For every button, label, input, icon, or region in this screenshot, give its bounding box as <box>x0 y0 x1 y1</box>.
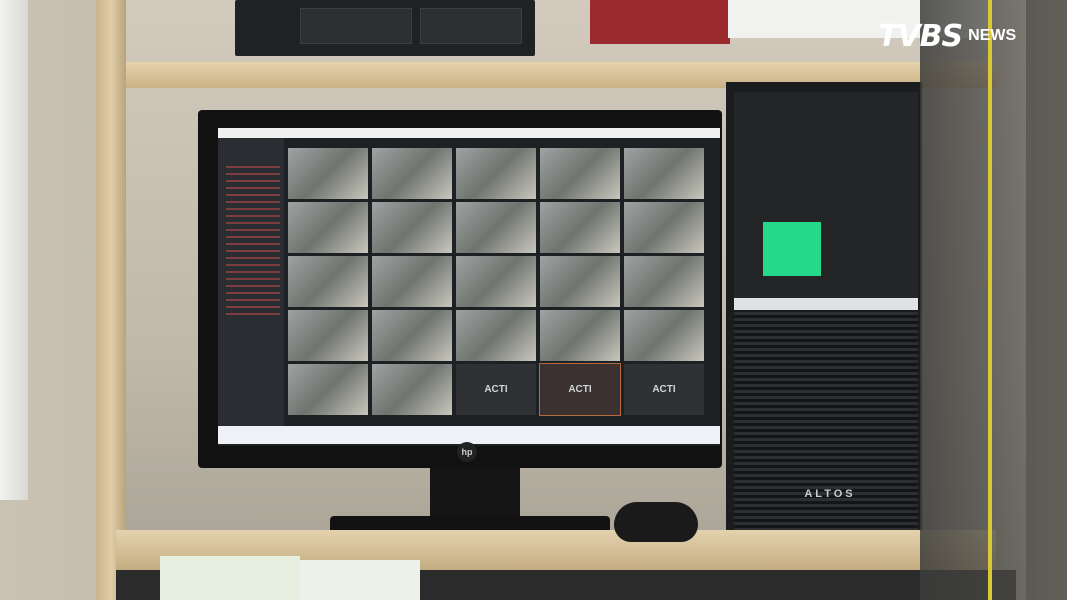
camera-feed-tile[interactable] <box>456 256 536 307</box>
camera-feed-tile[interactable] <box>624 148 704 199</box>
yellow-cable <box>988 0 992 600</box>
camera-feed-tile[interactable] <box>456 310 536 361</box>
pc-tower-front-panel <box>734 92 918 298</box>
wooden-post <box>96 0 126 600</box>
camera-feed-tile[interactable] <box>288 310 368 361</box>
camera-feed-tile[interactable] <box>624 310 704 361</box>
hp-logo: hp <box>457 442 477 462</box>
camera-tile-empty[interactable]: ACTI <box>539 363 621 416</box>
camera-feed-tile[interactable] <box>456 148 536 199</box>
camera-feed-tile[interactable] <box>372 148 452 199</box>
box <box>160 556 300 600</box>
camera-feed-tile[interactable] <box>540 148 620 199</box>
drive-bay <box>300 8 412 44</box>
camera-feed-tile[interactable] <box>288 148 368 199</box>
camera-feed-tile[interactable] <box>540 202 620 253</box>
sticky-note <box>763 222 821 276</box>
camera-feed-tile[interactable] <box>540 256 620 307</box>
camera-feed-tile[interactable] <box>372 202 452 253</box>
papers-on-wall <box>0 0 28 500</box>
watermark-suffix: NEWS <box>968 27 1017 44</box>
camera-list-items <box>226 166 280 316</box>
window-titlebar <box>218 128 720 138</box>
camera-feed-tile[interactable] <box>456 202 536 253</box>
drive-bay <box>420 8 522 44</box>
box <box>300 560 420 600</box>
computer-mouse <box>614 502 698 542</box>
watermark-brand: TVBS <box>878 18 963 54</box>
camera-feed-tile[interactable] <box>624 202 704 253</box>
glass-reflection <box>920 0 1067 600</box>
pc-tower-trim <box>734 298 918 310</box>
camera-feed-tile[interactable] <box>288 256 368 307</box>
camera-grid: ACTI ACTI ACTI <box>288 148 704 420</box>
pc-brand-label: ALTOS <box>804 488 856 500</box>
camera-feed-tile[interactable] <box>372 310 452 361</box>
camera-feed-tile[interactable] <box>540 310 620 361</box>
camera-tile-empty[interactable]: ACTI <box>624 364 704 415</box>
camera-feed-tile[interactable] <box>288 364 368 415</box>
tvbs-news-watermark: TVBS NEWS <box>878 18 1048 54</box>
camera-feed-tile[interactable] <box>624 256 704 307</box>
red-bag <box>590 0 730 44</box>
camera-feed-tile[interactable] <box>288 202 368 253</box>
camera-tile-empty[interactable]: ACTI <box>456 364 536 415</box>
camera-feed-tile[interactable] <box>372 256 452 307</box>
camera-feed-tile[interactable] <box>372 364 452 415</box>
